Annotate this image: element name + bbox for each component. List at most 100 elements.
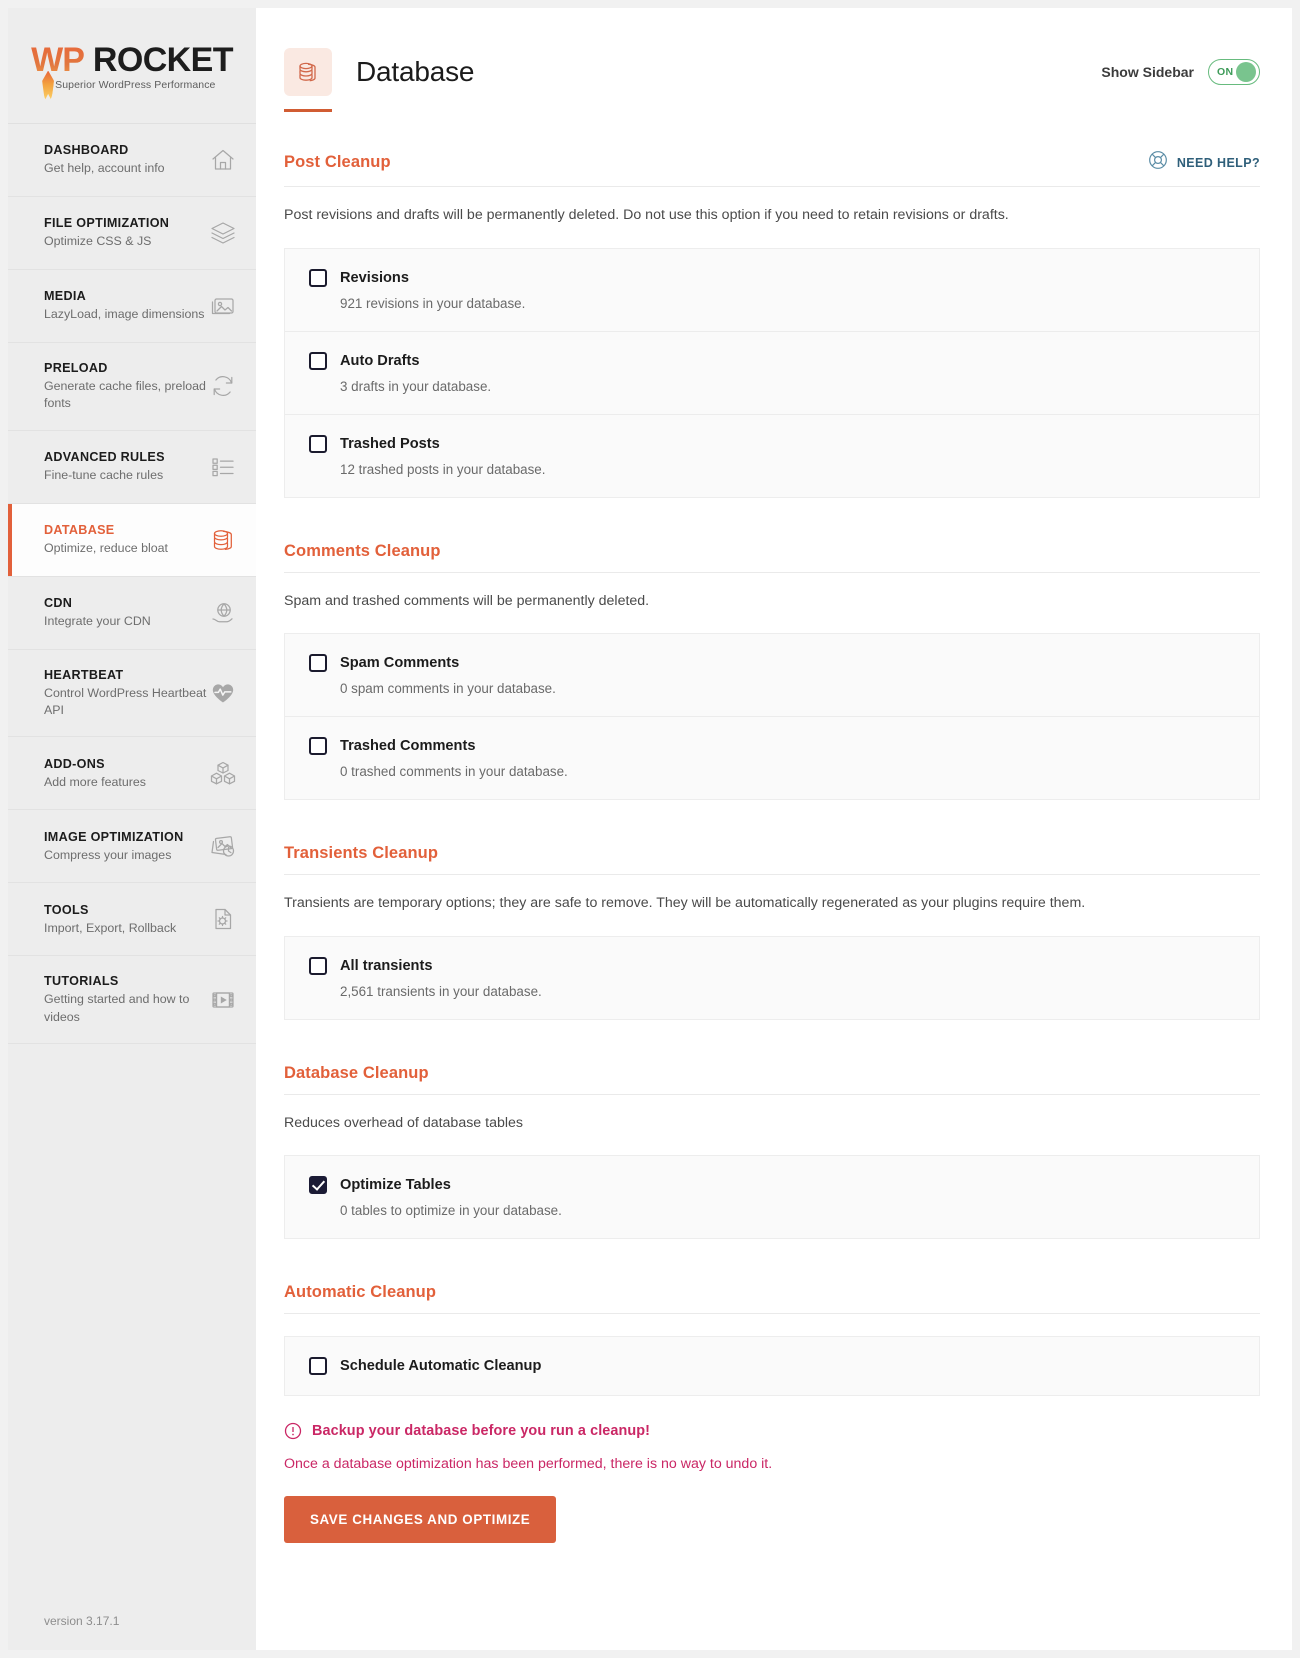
section-header: Automatic Cleanup: [284, 1283, 1260, 1315]
logo-tagline: Superior WordPress Performance: [55, 78, 216, 91]
sidebar-item-desc: Fine-tune cache rules: [44, 468, 164, 483]
option-toggle-auto-drafts[interactable]: Auto Drafts: [309, 351, 1235, 370]
section-header: Transients Cleanup: [284, 844, 1260, 876]
sidebar-item-dashboard[interactable]: DASHBOARD Get help, account info: [8, 124, 256, 197]
options-box: Revisions 921 revisions in your database.…: [284, 247, 1260, 498]
cdn-icon: [208, 598, 238, 628]
sidebar-nav: DASHBOARD Get help, account info FILE OPTI…: [8, 124, 256, 1045]
home-icon: [208, 145, 238, 175]
undo-warning-text: Once a database optimization has been pe…: [284, 1456, 773, 1473]
section-title: Comments Cleanup: [284, 541, 441, 560]
section-database-cleanup: Database Cleanup Reduces overhead of data…: [284, 1064, 1260, 1240]
option-row-spam-comments: Spam Comments 0 spam comments in your dat…: [285, 634, 1259, 718]
page-header: Database Show Sidebar ON: [256, 8, 1292, 112]
sidebar-item-desc: Generate cache files, preload fonts: [44, 379, 206, 411]
checkbox-trashed-posts[interactable]: [309, 434, 327, 453]
sidebar-item-title: TOOLS: [44, 902, 89, 917]
sidebar-item-title: DATABASE: [44, 523, 115, 538]
option-count-text: 2,561 transients in your database.: [340, 983, 542, 999]
list-icon: [208, 452, 238, 482]
section-title: Database Cleanup: [284, 1063, 429, 1082]
database-icon: [284, 48, 332, 96]
settings-content: Post Cleanup NEED HELP? Post revisions and…: [256, 150, 1292, 1397]
sidebar-item-title: PRELOAD: [44, 361, 108, 375]
gear-file-icon: [208, 904, 238, 934]
sidebar-item-title: IMAGE OPTIMIZATION: [44, 829, 184, 844]
options-box: Spam Comments 0 spam comments in your dat…: [284, 633, 1260, 801]
checkbox-schedule-automatic-cleanup[interactable]: [309, 1357, 327, 1376]
sidebar-item-file-optimization[interactable]: FILE OPTIMIZATION Optimize CSS & JS: [8, 197, 256, 270]
database-icon: [208, 525, 238, 555]
checkbox-all-transients[interactable]: [309, 956, 327, 975]
section-description: Transients are temporary options; they a…: [284, 895, 1086, 912]
option-toggle-trashed-comments[interactable]: Trashed Comments: [309, 737, 1235, 756]
section-title: Transients Cleanup: [284, 844, 439, 863]
sidebar-item-add-ons[interactable]: ADD-ONS Add more features: [8, 737, 256, 811]
sidebar-item-title: ADVANCED RULES: [44, 450, 165, 465]
option-toggle-revisions[interactable]: Revisions: [309, 268, 1235, 287]
section-automatic-cleanup: Automatic Cleanup Schedule Automatic Clea…: [284, 1283, 1260, 1397]
show-sidebar-toggle[interactable]: ON: [1208, 59, 1260, 85]
page-title: Database: [356, 56, 475, 87]
sidebar-item-heartbeat[interactable]: HEARTBEAT Control WordPress Heartbeat API: [8, 650, 256, 738]
backup-warning: Backup your database before you run a cl…: [284, 1422, 1260, 1440]
checkbox-optimize-tables[interactable]: [309, 1176, 327, 1195]
sidebar-item-advanced-rules[interactable]: ADVANCED RULES Fine-tune cache rules: [8, 431, 256, 504]
need-help-link[interactable]: NEED HELP?: [1148, 150, 1260, 175]
title-underline: [284, 109, 332, 112]
save-changes-and-optimize-button[interactable]: SAVE CHANGES AND OPTIMIZE: [284, 1496, 557, 1544]
option-toggle-trashed-posts[interactable]: Trashed Posts: [309, 434, 1235, 453]
option-row-revisions: Revisions 921 revisions in your database.: [285, 249, 1259, 332]
section-transients-cleanup: Transients Cleanup Transients are tempora…: [284, 844, 1260, 1020]
sidebar-item-title: CDN: [44, 596, 73, 611]
sidebar-item-image-optimization[interactable]: IMAGE OPTIMIZATION Compress your images: [8, 810, 256, 884]
option-row-trashed-comments: Trashed Comments 0 trashed comments in yo…: [285, 717, 1259, 799]
sidebar-item-desc: Optimize CSS & JS: [44, 234, 152, 249]
sidebar-item-desc: LazyLoad, image dimensions: [44, 307, 205, 322]
option-label: Revisions: [340, 269, 409, 286]
show-sidebar-label: Show Sidebar: [1101, 64, 1194, 80]
sidebar: WP ROCKET Superior WordPress Performance…: [8, 8, 256, 1650]
toggle-knob: [1236, 62, 1256, 82]
sidebar-item-title: TUTORIALS: [44, 974, 119, 989]
backup-warning-text: Backup your database before you run a cl…: [312, 1423, 651, 1440]
option-count-text: 0 spam comments in your database.: [340, 681, 556, 697]
sidebar-item-preload[interactable]: PRELOAD Generate cache files, preload fon…: [8, 343, 256, 431]
options-box: Schedule Automatic Cleanup: [284, 1336, 1260, 1397]
checkbox-trashed-comments[interactable]: [309, 737, 327, 756]
section-title: Automatic Cleanup: [284, 1283, 437, 1302]
sidebar-item-media[interactable]: MEDIA LazyLoad, image dimensions: [8, 270, 256, 343]
option-count-text: 12 trashed posts in your database.: [340, 461, 546, 477]
sidebar-item-desc: Integrate your CDN: [44, 614, 151, 629]
section-title: Post Cleanup: [284, 153, 391, 171]
checkbox-spam-comments[interactable]: [309, 654, 327, 673]
option-toggle-spam-comments[interactable]: Spam Comments: [309, 654, 1235, 673]
toggle-state-label: ON: [1217, 66, 1234, 78]
image-icon: [208, 291, 238, 321]
logo: WP ROCKET Superior WordPress Performance: [8, 8, 256, 124]
option-count-text: 0 trashed comments in your database.: [340, 764, 568, 780]
sidebar-item-desc: Add more features: [44, 774, 146, 789]
option-label: Spam Comments: [340, 655, 460, 672]
cubes-icon: [208, 758, 238, 788]
option-toggle-all-transients[interactable]: All transients: [309, 956, 1235, 975]
option-label: Auto Drafts: [340, 352, 420, 369]
header-actions: Show Sidebar ON: [1101, 59, 1260, 85]
checkbox-revisions[interactable]: [309, 268, 327, 287]
version-label: version 3.17.1: [44, 1614, 120, 1628]
sidebar-item-title: MEDIA: [44, 289, 87, 304]
sidebar-item-cdn[interactable]: CDN Integrate your CDN: [8, 577, 256, 650]
sidebar-item-tutorials[interactable]: TUTORIALS Getting started and how to vide…: [8, 956, 256, 1045]
sidebar-item-tools[interactable]: TOOLS Import, Export, Rollback: [8, 883, 256, 957]
option-count-text: 3 drafts in your database.: [340, 378, 492, 394]
options-box: Optimize Tables 0 tables to optimize in y…: [284, 1155, 1260, 1240]
sidebar-item-database[interactable]: DATABASE Optimize, reduce bloat: [8, 503, 256, 577]
main-panel: Database Show Sidebar ON Post Cleanup NEE…: [256, 8, 1292, 1650]
option-label: Schedule Automatic Cleanup: [340, 1358, 542, 1375]
option-toggle-optimize-tables[interactable]: Optimize Tables: [309, 1176, 1235, 1195]
sidebar-item-desc: Get help, account info: [44, 161, 165, 176]
option-toggle-schedule-automatic-cleanup[interactable]: Schedule Automatic Cleanup: [309, 1357, 1235, 1376]
logo-rocket-text: ROCKET: [92, 40, 234, 79]
sidebar-item-title: FILE OPTIMIZATION: [44, 216, 170, 231]
checkbox-auto-drafts[interactable]: [309, 351, 327, 370]
